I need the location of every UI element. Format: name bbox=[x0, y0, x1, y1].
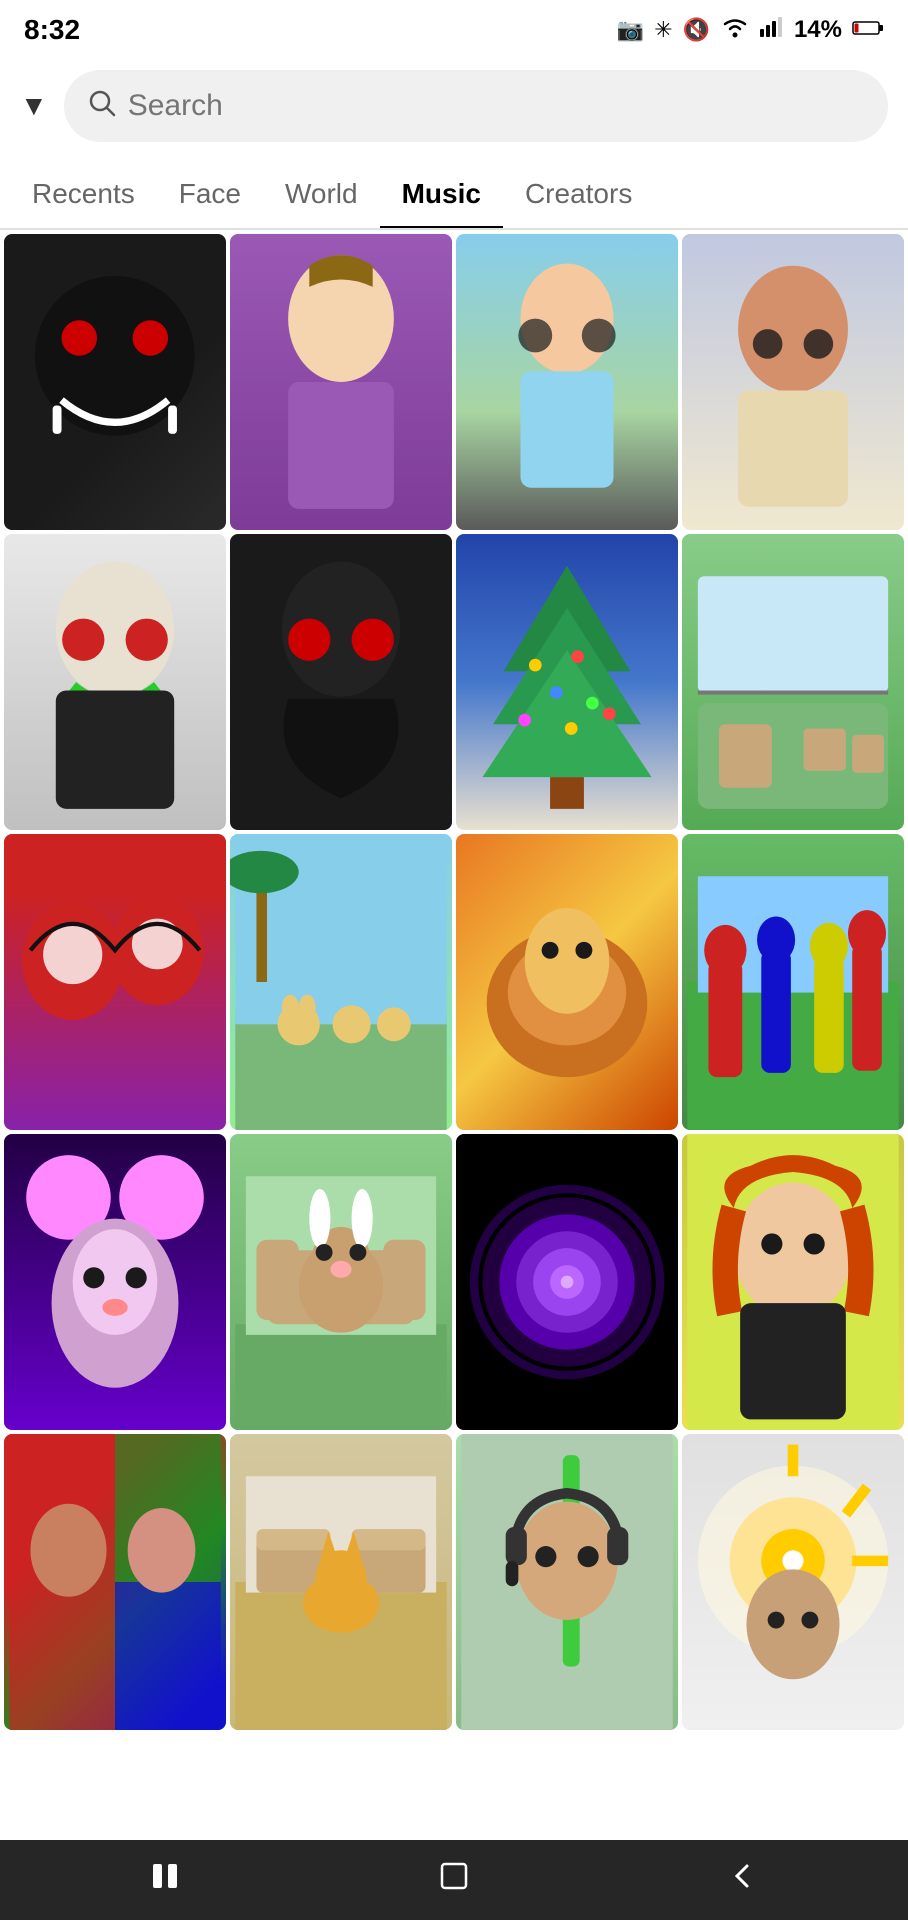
grid-item-13[interactable] bbox=[4, 1134, 226, 1430]
status-time: 8:32 bbox=[24, 14, 80, 46]
tab-recents[interactable]: Recents bbox=[10, 162, 157, 230]
wifi-icon bbox=[720, 16, 750, 44]
tab-music[interactable]: Music bbox=[380, 162, 503, 230]
grid-item-14[interactable] bbox=[230, 1134, 452, 1430]
filter-grid bbox=[0, 230, 908, 1734]
signal-bars-icon bbox=[760, 17, 784, 43]
grid-item-16[interactable] bbox=[682, 1134, 904, 1430]
battery-icon bbox=[852, 17, 884, 43]
grid-item-20[interactable] bbox=[682, 1434, 904, 1730]
tab-navigation: Recents Face World Music Creators bbox=[0, 162, 908, 230]
tab-face[interactable]: Face bbox=[157, 162, 263, 230]
grid-item-2[interactable] bbox=[230, 234, 452, 530]
grid-item-3[interactable] bbox=[456, 234, 678, 530]
search-icon bbox=[88, 89, 116, 124]
back-button[interactable] bbox=[725, 1858, 761, 1902]
grid-item-11[interactable] bbox=[456, 834, 678, 1130]
bluetooth-icon: ✳ bbox=[654, 17, 672, 43]
bottom-navigation bbox=[0, 1840, 908, 1920]
grid-item-9[interactable] bbox=[4, 834, 226, 1130]
grid-item-17[interactable] bbox=[4, 1434, 226, 1730]
home-button[interactable] bbox=[436, 1858, 472, 1902]
search-bar-area: ▼ bbox=[0, 60, 908, 162]
battery-text: 14% bbox=[794, 16, 842, 44]
grid-item-15[interactable] bbox=[456, 1134, 678, 1430]
pause-button[interactable] bbox=[147, 1858, 183, 1902]
tab-world[interactable]: World bbox=[263, 162, 380, 230]
tab-creators[interactable]: Creators bbox=[503, 162, 654, 230]
dropdown-arrow-icon[interactable]: ▼ bbox=[20, 90, 48, 122]
status-bar: 8:32 📷 ✳ 🔇 14% bbox=[0, 0, 908, 60]
grid-item-6[interactable] bbox=[230, 534, 452, 830]
search-bar[interactable] bbox=[64, 70, 888, 142]
grid-item-10[interactable] bbox=[230, 834, 452, 1130]
grid-item-7[interactable] bbox=[456, 534, 678, 830]
status-icons: 📷 ✳ 🔇 14% bbox=[617, 16, 884, 44]
grid-item-5[interactable] bbox=[4, 534, 226, 830]
grid-item-12[interactable] bbox=[682, 834, 904, 1130]
grid-item-18[interactable] bbox=[230, 1434, 452, 1730]
search-input[interactable] bbox=[128, 89, 864, 123]
camera-icon: 📷 bbox=[617, 17, 644, 43]
grid-item-4[interactable] bbox=[682, 234, 904, 530]
grid-item-19[interactable] bbox=[456, 1434, 678, 1730]
mute-icon: 🔇 bbox=[683, 17, 710, 43]
grid-item-8[interactable] bbox=[682, 534, 904, 830]
grid-item-1[interactable] bbox=[4, 234, 226, 530]
